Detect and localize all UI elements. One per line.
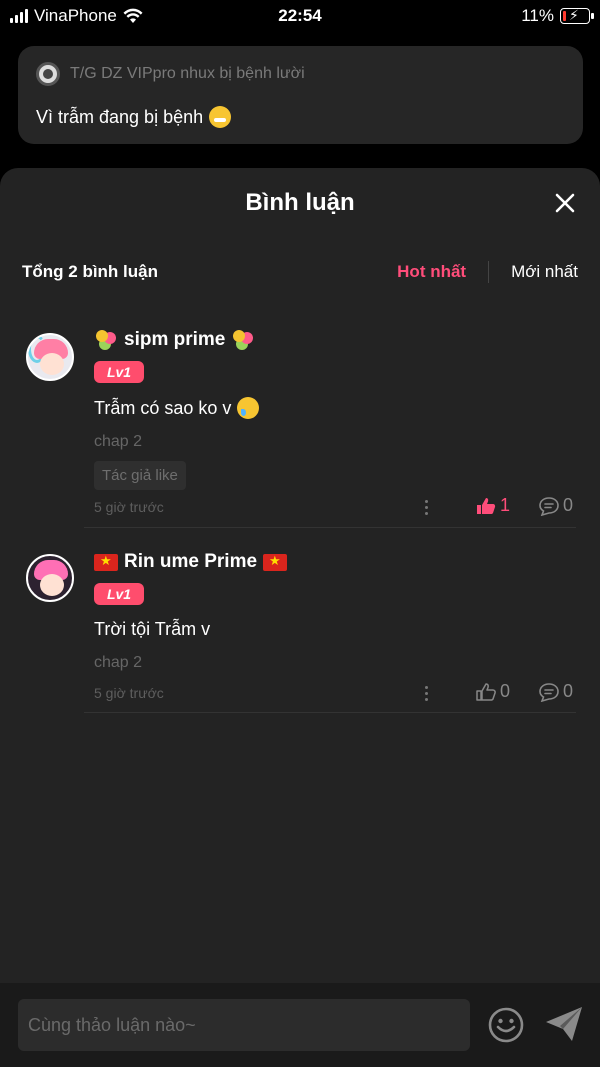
close-button[interactable] xyxy=(552,190,578,216)
comment-time: 5 giờ trước xyxy=(94,685,164,701)
post-author-avatar xyxy=(36,62,60,86)
post-author-line: T/G DZ VIPpro nhux bị bệnh lười xyxy=(70,65,305,82)
like-button[interactable]: 1 xyxy=(476,495,510,516)
comment-author-name: sipm prime xyxy=(124,329,226,350)
post-text: Vì trẫm đang bị bệnh xyxy=(36,106,204,127)
level-badge: Lv1 xyxy=(94,361,144,383)
sheet-header: Bình luận xyxy=(0,168,600,238)
comment-divider xyxy=(84,712,576,713)
sneezing-face-emoji-icon xyxy=(209,106,232,128)
comment-author-name: Rin ume Prime xyxy=(124,551,258,572)
thumbs-up-icon xyxy=(477,497,496,514)
comment-time: 5 giờ trước xyxy=(94,499,164,515)
emoji-picker-icon[interactable] xyxy=(488,1007,524,1043)
signal-icon xyxy=(10,9,28,23)
flower-bouquet-icon xyxy=(231,329,255,351)
avatar[interactable] xyxy=(26,333,74,381)
vietnam-flag-icon xyxy=(263,553,288,571)
comment-total: Tổng 2 bình luận xyxy=(22,262,158,281)
carrier-name: VinaPhone xyxy=(34,6,117,25)
reply-count: 0 xyxy=(563,495,574,515)
comment-author[interactable]: sipm prime xyxy=(94,327,576,353)
battery-status: 11% ⚡ xyxy=(521,6,594,26)
comment-chapter: chap 2 xyxy=(94,654,143,671)
like-count: 1 xyxy=(500,495,511,515)
level-badge: Lv1 xyxy=(94,583,144,605)
vietnam-flag-icon xyxy=(94,553,118,571)
comment-meta: 5 giờ trước 1 0 xyxy=(94,495,576,519)
like-button[interactable]: 0 xyxy=(476,681,510,702)
filter-new-tab[interactable]: Mới nhất xyxy=(511,262,578,282)
status-bar: VinaPhone 22:54 11% ⚡ xyxy=(0,0,600,32)
filter-hot-tab[interactable]: Hot nhất xyxy=(397,262,466,282)
reply-button[interactable]: 0 xyxy=(538,495,573,516)
charging-icon: ⚡ xyxy=(569,7,579,23)
avatar[interactable] xyxy=(26,554,74,602)
comment-chapter: chap 2 xyxy=(94,433,143,450)
thumbs-up-icon xyxy=(476,682,496,701)
sheet-title: Bình luận xyxy=(245,189,355,216)
comment-meta: 5 giờ trước 0 0 xyxy=(94,681,576,705)
comment-text: Trẫm có sao ko v xyxy=(94,397,232,418)
like-count: 0 xyxy=(500,681,511,701)
flower-bouquet-icon xyxy=(94,329,118,351)
close-icon xyxy=(555,193,575,213)
filter-divider xyxy=(488,261,490,283)
comment-sheet: Bình luận Tổng 2 bình luận Hot nhất Mới … xyxy=(0,168,600,1067)
reply-button[interactable]: 0 xyxy=(538,681,573,702)
comment-input-bar xyxy=(0,983,600,1067)
battery-fill xyxy=(563,11,566,21)
author-liked-tag: Tác giả like xyxy=(94,461,186,490)
comment-input[interactable] xyxy=(18,999,470,1051)
battery-icon: ⚡ xyxy=(560,7,594,24)
comment-bubble-icon xyxy=(539,682,559,702)
filter-row: Tổng 2 bình luận Hot nhất Mới nhất xyxy=(22,258,578,286)
more-options-button[interactable] xyxy=(420,497,432,517)
battery-percent: 11% xyxy=(521,6,554,25)
comment-text: Trời tội Trẫm v xyxy=(94,619,211,639)
reply-count: 0 xyxy=(563,681,574,701)
send-icon[interactable] xyxy=(544,1005,584,1043)
more-options-button[interactable] xyxy=(420,683,432,703)
comment-author[interactable]: Rin ume Prime xyxy=(94,549,576,575)
wifi-icon xyxy=(123,8,143,23)
post-preview-card[interactable]: T/G DZ VIPpro nhux bị bệnh lười Vì trẫm … xyxy=(18,46,583,144)
comment-bubble-icon xyxy=(539,496,559,516)
comment-divider xyxy=(84,527,576,528)
crying-face-emoji-icon xyxy=(237,397,260,419)
